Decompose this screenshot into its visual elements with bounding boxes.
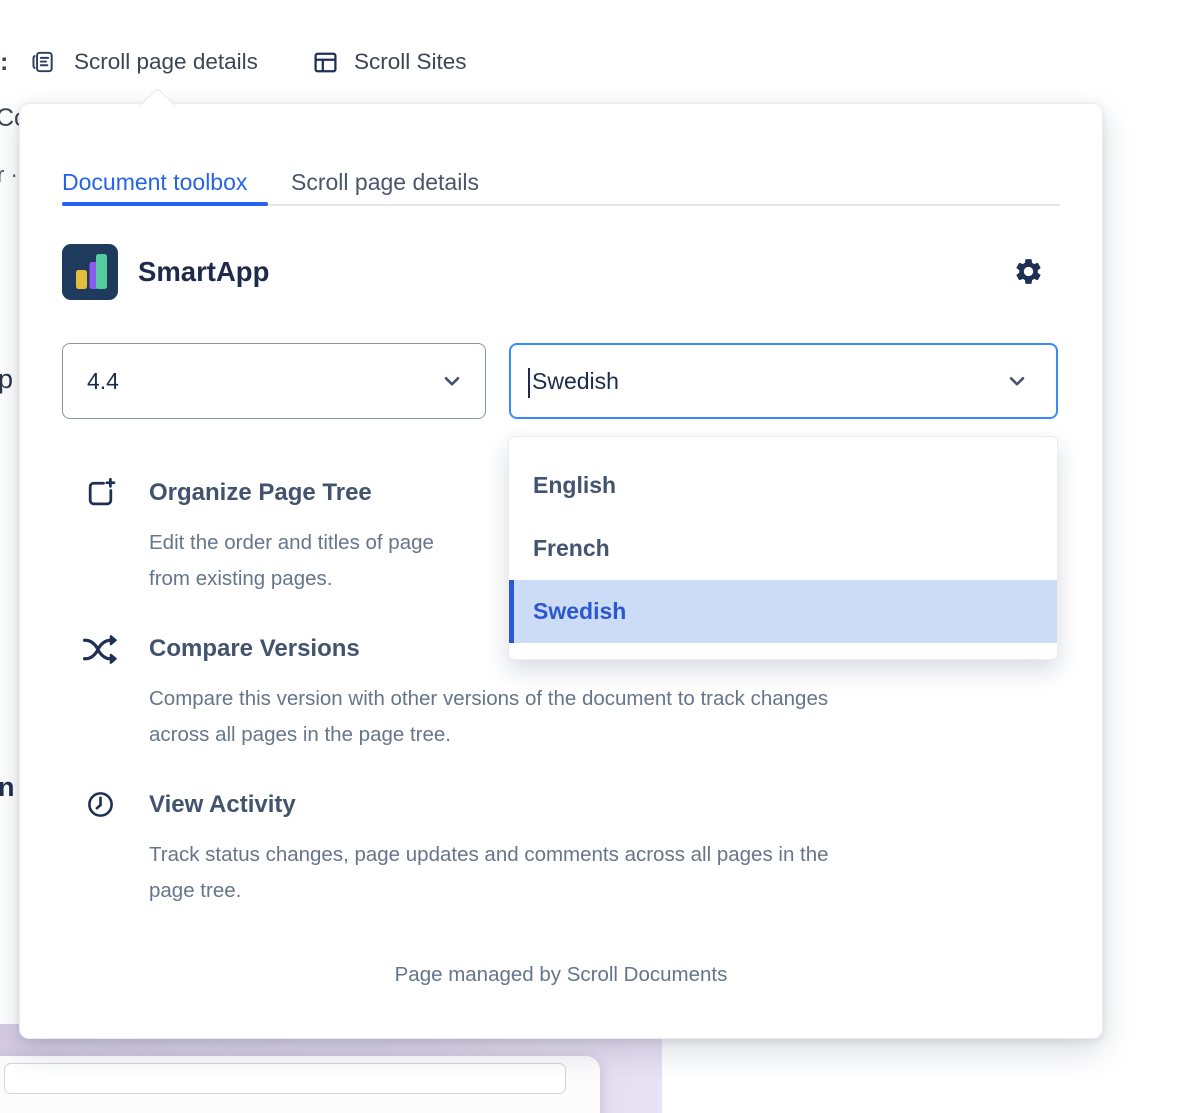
bg-text-fragment: p xyxy=(0,364,13,395)
tab-scroll-page-details[interactable]: Scroll page details xyxy=(291,167,479,197)
feature-description: Track status changes, page updates and c… xyxy=(149,837,829,908)
shuffle-icon xyxy=(78,632,122,752)
screen: Co r · p n : Scroll page details xyxy=(0,0,1196,1113)
text-cursor xyxy=(528,368,530,398)
background-input-field[interactable] xyxy=(4,1063,566,1094)
bg-text-fragment: n xyxy=(0,772,15,803)
toolbar-item-scroll-page-details[interactable]: Scroll page details xyxy=(30,48,258,76)
toolbar-item-scroll-sites[interactable]: Scroll Sites xyxy=(312,48,467,76)
language-option-english[interactable]: English xyxy=(509,454,1057,517)
language-option-swedish[interactable]: Swedish xyxy=(509,580,1057,643)
chevron-down-icon xyxy=(1004,368,1030,399)
feature-title: Organize Page Tree xyxy=(149,476,434,509)
clock-icon xyxy=(78,788,122,908)
toolbar-item-label: Scroll page details xyxy=(74,48,258,76)
version-select[interactable]: 4.4 xyxy=(62,343,486,419)
language-select[interactable]: Swedish xyxy=(509,343,1058,419)
feature-description: Compare this version with other versions… xyxy=(149,681,828,752)
chevron-down-icon xyxy=(439,368,465,399)
active-tab-underline xyxy=(62,202,268,206)
managed-by-link[interactable]: Page managed by Scroll Documents xyxy=(20,963,1102,987)
feature-title: View Activity xyxy=(149,788,829,821)
language-dropdown: English French Swedish xyxy=(508,436,1058,660)
layout-icon xyxy=(312,49,339,76)
feature-view-activity[interactable]: View Activity Track status changes, page… xyxy=(78,788,1058,908)
journal-icon xyxy=(30,49,56,75)
language-select-value: Swedish xyxy=(532,368,619,395)
bg-text-fragment: r · xyxy=(0,162,18,188)
feature-description: Edit the order and titles of page from e… xyxy=(149,525,434,596)
version-select-value: 4.4 xyxy=(87,368,119,395)
background-card xyxy=(0,1056,600,1113)
toolbar-item-label: Scroll Sites xyxy=(354,48,467,76)
gear-icon[interactable] xyxy=(1013,256,1044,287)
tab-document-toolbox[interactable]: Document toolbox xyxy=(62,167,247,197)
language-option-french[interactable]: French xyxy=(509,517,1057,580)
app-title: SmartApp xyxy=(138,255,269,289)
toolbar-edge-fragment: : xyxy=(0,48,8,77)
smartapp-logo-icon xyxy=(62,244,118,300)
add-page-icon xyxy=(78,476,122,596)
